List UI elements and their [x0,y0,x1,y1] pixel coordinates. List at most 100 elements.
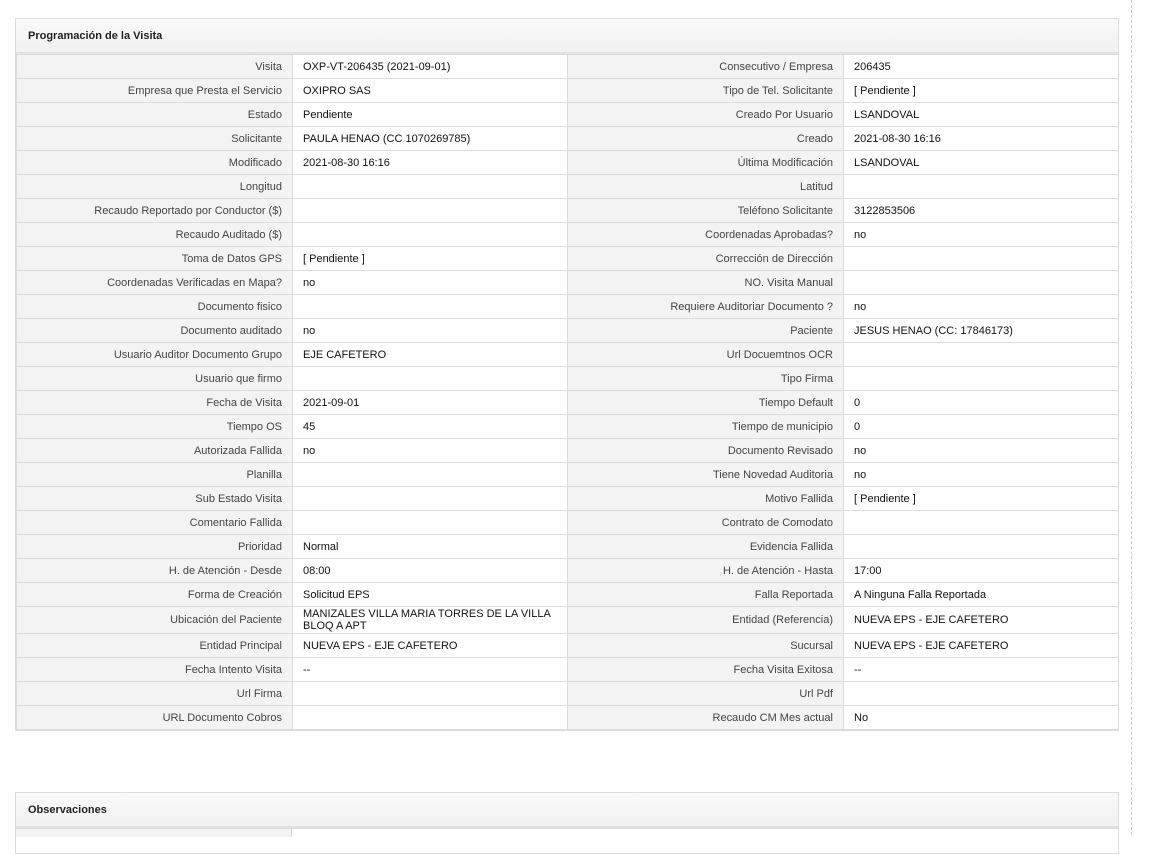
field-value [292,174,568,199]
field-value: no [843,222,1119,247]
field-label: Planilla [16,462,293,487]
field-label: Url Docuemtnos OCR [567,342,844,367]
detail-row: Recaudo Auditado ($) Coordenadas Aprobada… [16,222,1119,247]
field-label: Estado [16,102,293,127]
detail-row: Solicitante PAULA HENAO (CC 1070269785) Cr… [16,126,1119,151]
detail-row: Recaudo Reportado por Conductor ($) Teléf… [16,198,1119,223]
field-label: H. de Atención - Hasta [567,558,844,583]
field-label: Fecha de Visita [16,390,293,415]
field-value [843,342,1119,367]
field-label: Recaudo Auditado ($) [16,222,293,247]
field-label: Comentario Fallida [16,510,293,535]
field-value: 0 [843,390,1119,415]
field-label: Longitud [16,174,293,199]
field-value: MANIZALES VILLA MARIA TORRES DE LA VILLA… [292,606,568,634]
field-label: Creado [567,126,844,151]
field-label: Url Firma [16,681,293,706]
field-value [292,681,568,706]
detail-row: Modificado 2021-08-30 16:16 Última Modific… [16,150,1119,175]
detail-row: Forma de Creación Solicitud EPS Falla Repo… [16,582,1119,607]
field-label: Motivo Fallida [567,486,844,511]
detail-row: Entidad Principal NUEVA EPS - EJE CAFETER… [16,633,1119,658]
field-label: Corrección de Dirección [567,246,844,271]
detail-row: Coordenadas Verificadas en Mapa? no NO. V… [16,270,1119,295]
field-value: A Ninguna Falla Reportada [843,582,1119,607]
observations-panel: Observaciones [15,792,1119,854]
field-label: Ubicación del Paciente [16,606,293,634]
field-label: Documento fisico [16,294,293,319]
field-value: LSANDOVAL [843,102,1119,127]
detail-row: Fecha Intento Visita -- Fecha Visita Exit… [16,657,1119,682]
page-divider [1131,0,1132,835]
field-value [843,366,1119,391]
field-label: Documento Revisado [567,438,844,463]
detail-row: Sub Estado Visita Motivo Fallida[ Pendien… [16,486,1119,511]
field-label: Última Modificación [567,150,844,175]
field-label: Tipo Firma [567,366,844,391]
field-label: Usuario que firmo [16,366,293,391]
field-value: 206435 [843,54,1119,79]
detail-row: Visita OXP-VT-206435 (2021-09-01) Consecut… [16,54,1119,79]
field-value: EJE CAFETERO [292,342,568,367]
field-value [292,198,568,223]
field-label: Creado Por Usuario [567,102,844,127]
field-value: -- [292,657,568,682]
field-value: 17:00 [843,558,1119,583]
detail-row: Url Firma Url Pdf [16,681,1119,706]
field-value: 2021-08-30 16:16 [843,126,1119,151]
field-label: Recaudo CM Mes actual [567,705,844,730]
field-label: Falla Reportada [567,582,844,607]
detail-row: Estado Pendiente Creado Por Usuario LSANDOV… [16,102,1119,127]
field-label: Teléfono Solicitante [567,198,844,223]
field-value: OXIPRO SAS [292,78,568,103]
field-label: URL Documento Cobros [16,705,293,730]
observations-row [16,828,1118,837]
field-label: Visita [16,54,293,79]
field-value [843,174,1119,199]
field-label: Fecha Intento Visita [16,657,293,682]
field-label: Prioridad [16,534,293,559]
detail-row: Documento fisico Requiere Auditoriar Docu… [16,294,1119,319]
field-value: NUEVA EPS - EJE CAFETERO [843,633,1119,658]
field-value: -- [843,657,1119,682]
field-value: no [843,294,1119,319]
detail-row: Comentario Fallida Contrato de Comodato [16,510,1119,535]
field-label: Sucursal [567,633,844,658]
field-value: 45 [292,414,568,439]
field-value [292,366,568,391]
field-label: Url Pdf [567,681,844,706]
field-value: No [843,705,1119,730]
field-label: Coordenadas Aprobadas? [567,222,844,247]
detail-row: H. de Atención - Desde 08:00 H. de Atenció… [16,558,1119,583]
field-value [292,705,568,730]
detail-row: Planilla Tiene Novedad Auditoria no [16,462,1119,487]
field-label: Tiempo OS [16,414,293,439]
field-label: Entidad Principal [16,633,293,658]
field-value [843,534,1119,559]
field-value: 08:00 [292,558,568,583]
field-label: Requiere Auditoriar Documento ? [567,294,844,319]
field-value [843,270,1119,295]
field-label: Sub Estado Visita [16,486,293,511]
field-value: no [292,438,568,463]
field-label: Paciente [567,318,844,343]
detail-row: Longitud Latitud [16,174,1119,199]
field-value: OXP-VT-206435 (2021-09-01) [292,54,568,79]
field-label: Forma de Creación [16,582,293,607]
visit-schedule-title: Programación de la Visita [16,19,1118,54]
detail-row: Fecha de Visita 2021-09-01 Tiempo Default… [16,390,1119,415]
detail-row: Usuario que firmo Tipo Firma [16,366,1119,391]
field-value: NUEVA EPS - EJE CAFETERO [843,606,1119,634]
field-label: Autorizada Fallida [16,438,293,463]
field-value: 2021-08-30 16:16 [292,150,568,175]
field-label: Fecha Visita Exitosa [567,657,844,682]
field-label: Evidencia Fallida [567,534,844,559]
field-value: Normal [292,534,568,559]
field-label: Solicitante [16,126,293,151]
field-value [292,294,568,319]
field-label: NO. Visita Manual [567,270,844,295]
observations-title: Observaciones [16,793,1118,828]
field-value: Solicitud EPS [292,582,568,607]
field-label: Tipo de Tel. Solicitante [567,78,844,103]
field-value: LSANDOVAL [843,150,1119,175]
